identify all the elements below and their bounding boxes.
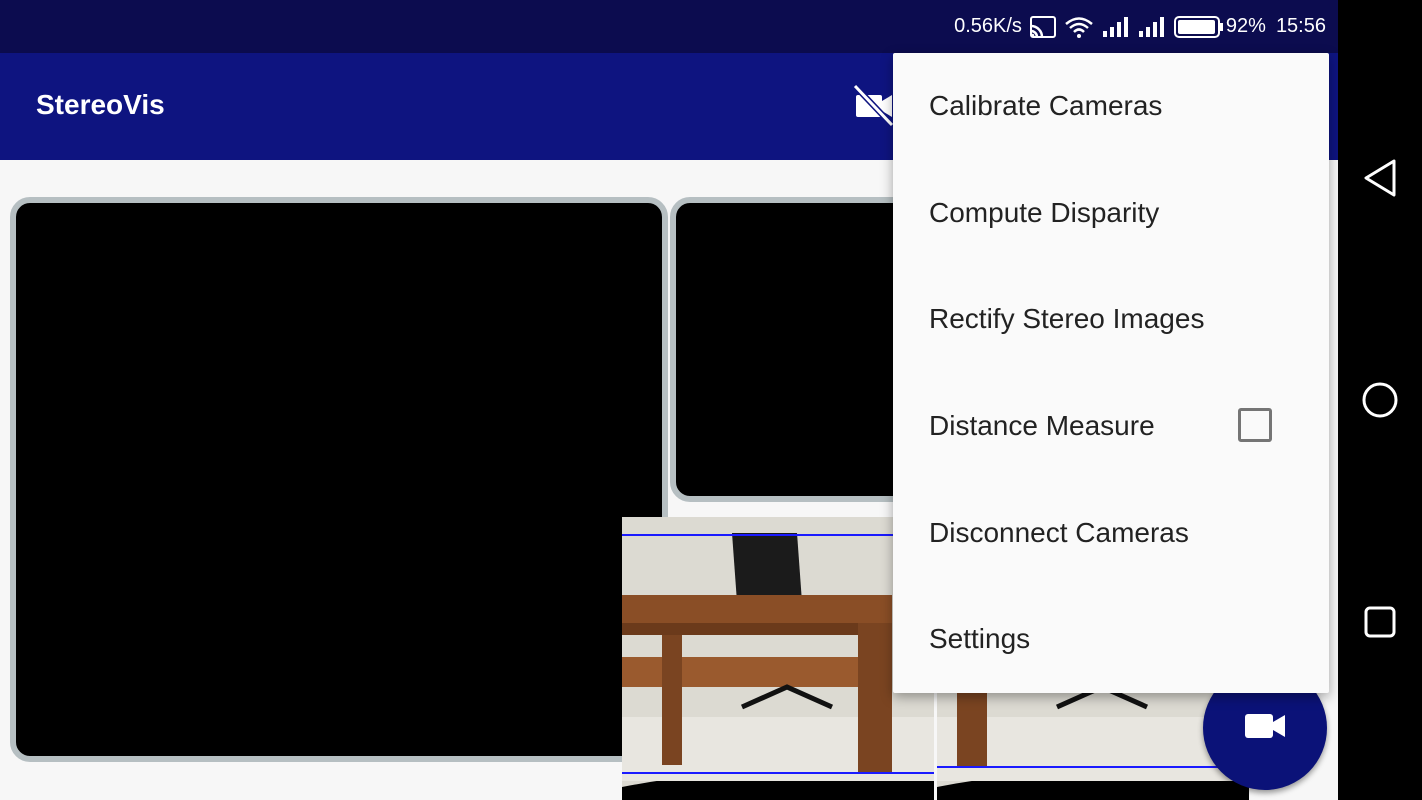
menu-item-disconnect-cameras[interactable]: Disconnect Cameras: [893, 479, 1329, 586]
menu-item-calibrate-cameras[interactable]: Calibrate Cameras: [893, 53, 1329, 160]
wifi-icon: [1064, 16, 1094, 38]
recents-icon[interactable]: [1360, 602, 1400, 642]
left-camera-view[interactable]: [10, 197, 668, 762]
menu-item-distance-measure[interactable]: Distance Measure: [893, 373, 1329, 480]
signal-icon: [1138, 16, 1166, 38]
menu-item-label: Rectify Stereo Images: [929, 303, 1205, 335]
back-icon[interactable]: [1360, 158, 1400, 198]
status-bar: 0.56K/s 92% 15:56: [0, 0, 1338, 53]
clock: 15:56: [1275, 15, 1326, 37]
cast-icon: [1029, 15, 1056, 38]
battery-icon: [1173, 15, 1224, 38]
left-rectified-preview: [622, 517, 934, 800]
battery-percent: 92%: [1225, 15, 1266, 37]
menu-item-label: Compute Disparity: [929, 196, 1160, 228]
menu-item-label: Distance Measure: [929, 410, 1155, 442]
net-speed: 0.56K/s: [954, 15, 1022, 37]
menu-item-settings[interactable]: Settings: [893, 586, 1329, 693]
camera-off-icon[interactable]: [852, 83, 896, 132]
signal-icon: [1102, 16, 1130, 38]
distance-measure-checkbox[interactable]: [1238, 407, 1272, 442]
home-icon[interactable]: [1360, 380, 1400, 420]
menu-item-rectify-stereo-images[interactable]: Rectify Stereo Images: [893, 266, 1329, 373]
overflow-menu: Calibrate Cameras Compute Disparity Rect…: [893, 53, 1329, 693]
menu-item-compute-disparity[interactable]: Compute Disparity: [893, 160, 1329, 267]
menu-item-label: Calibrate Cameras: [929, 90, 1163, 122]
navigation-bar: [1338, 0, 1422, 800]
menu-item-label: Settings: [929, 623, 1031, 655]
app-title: StereoVis: [36, 89, 165, 120]
menu-item-label: Disconnect Cameras: [929, 516, 1189, 548]
videocam-icon: [1243, 710, 1287, 747]
